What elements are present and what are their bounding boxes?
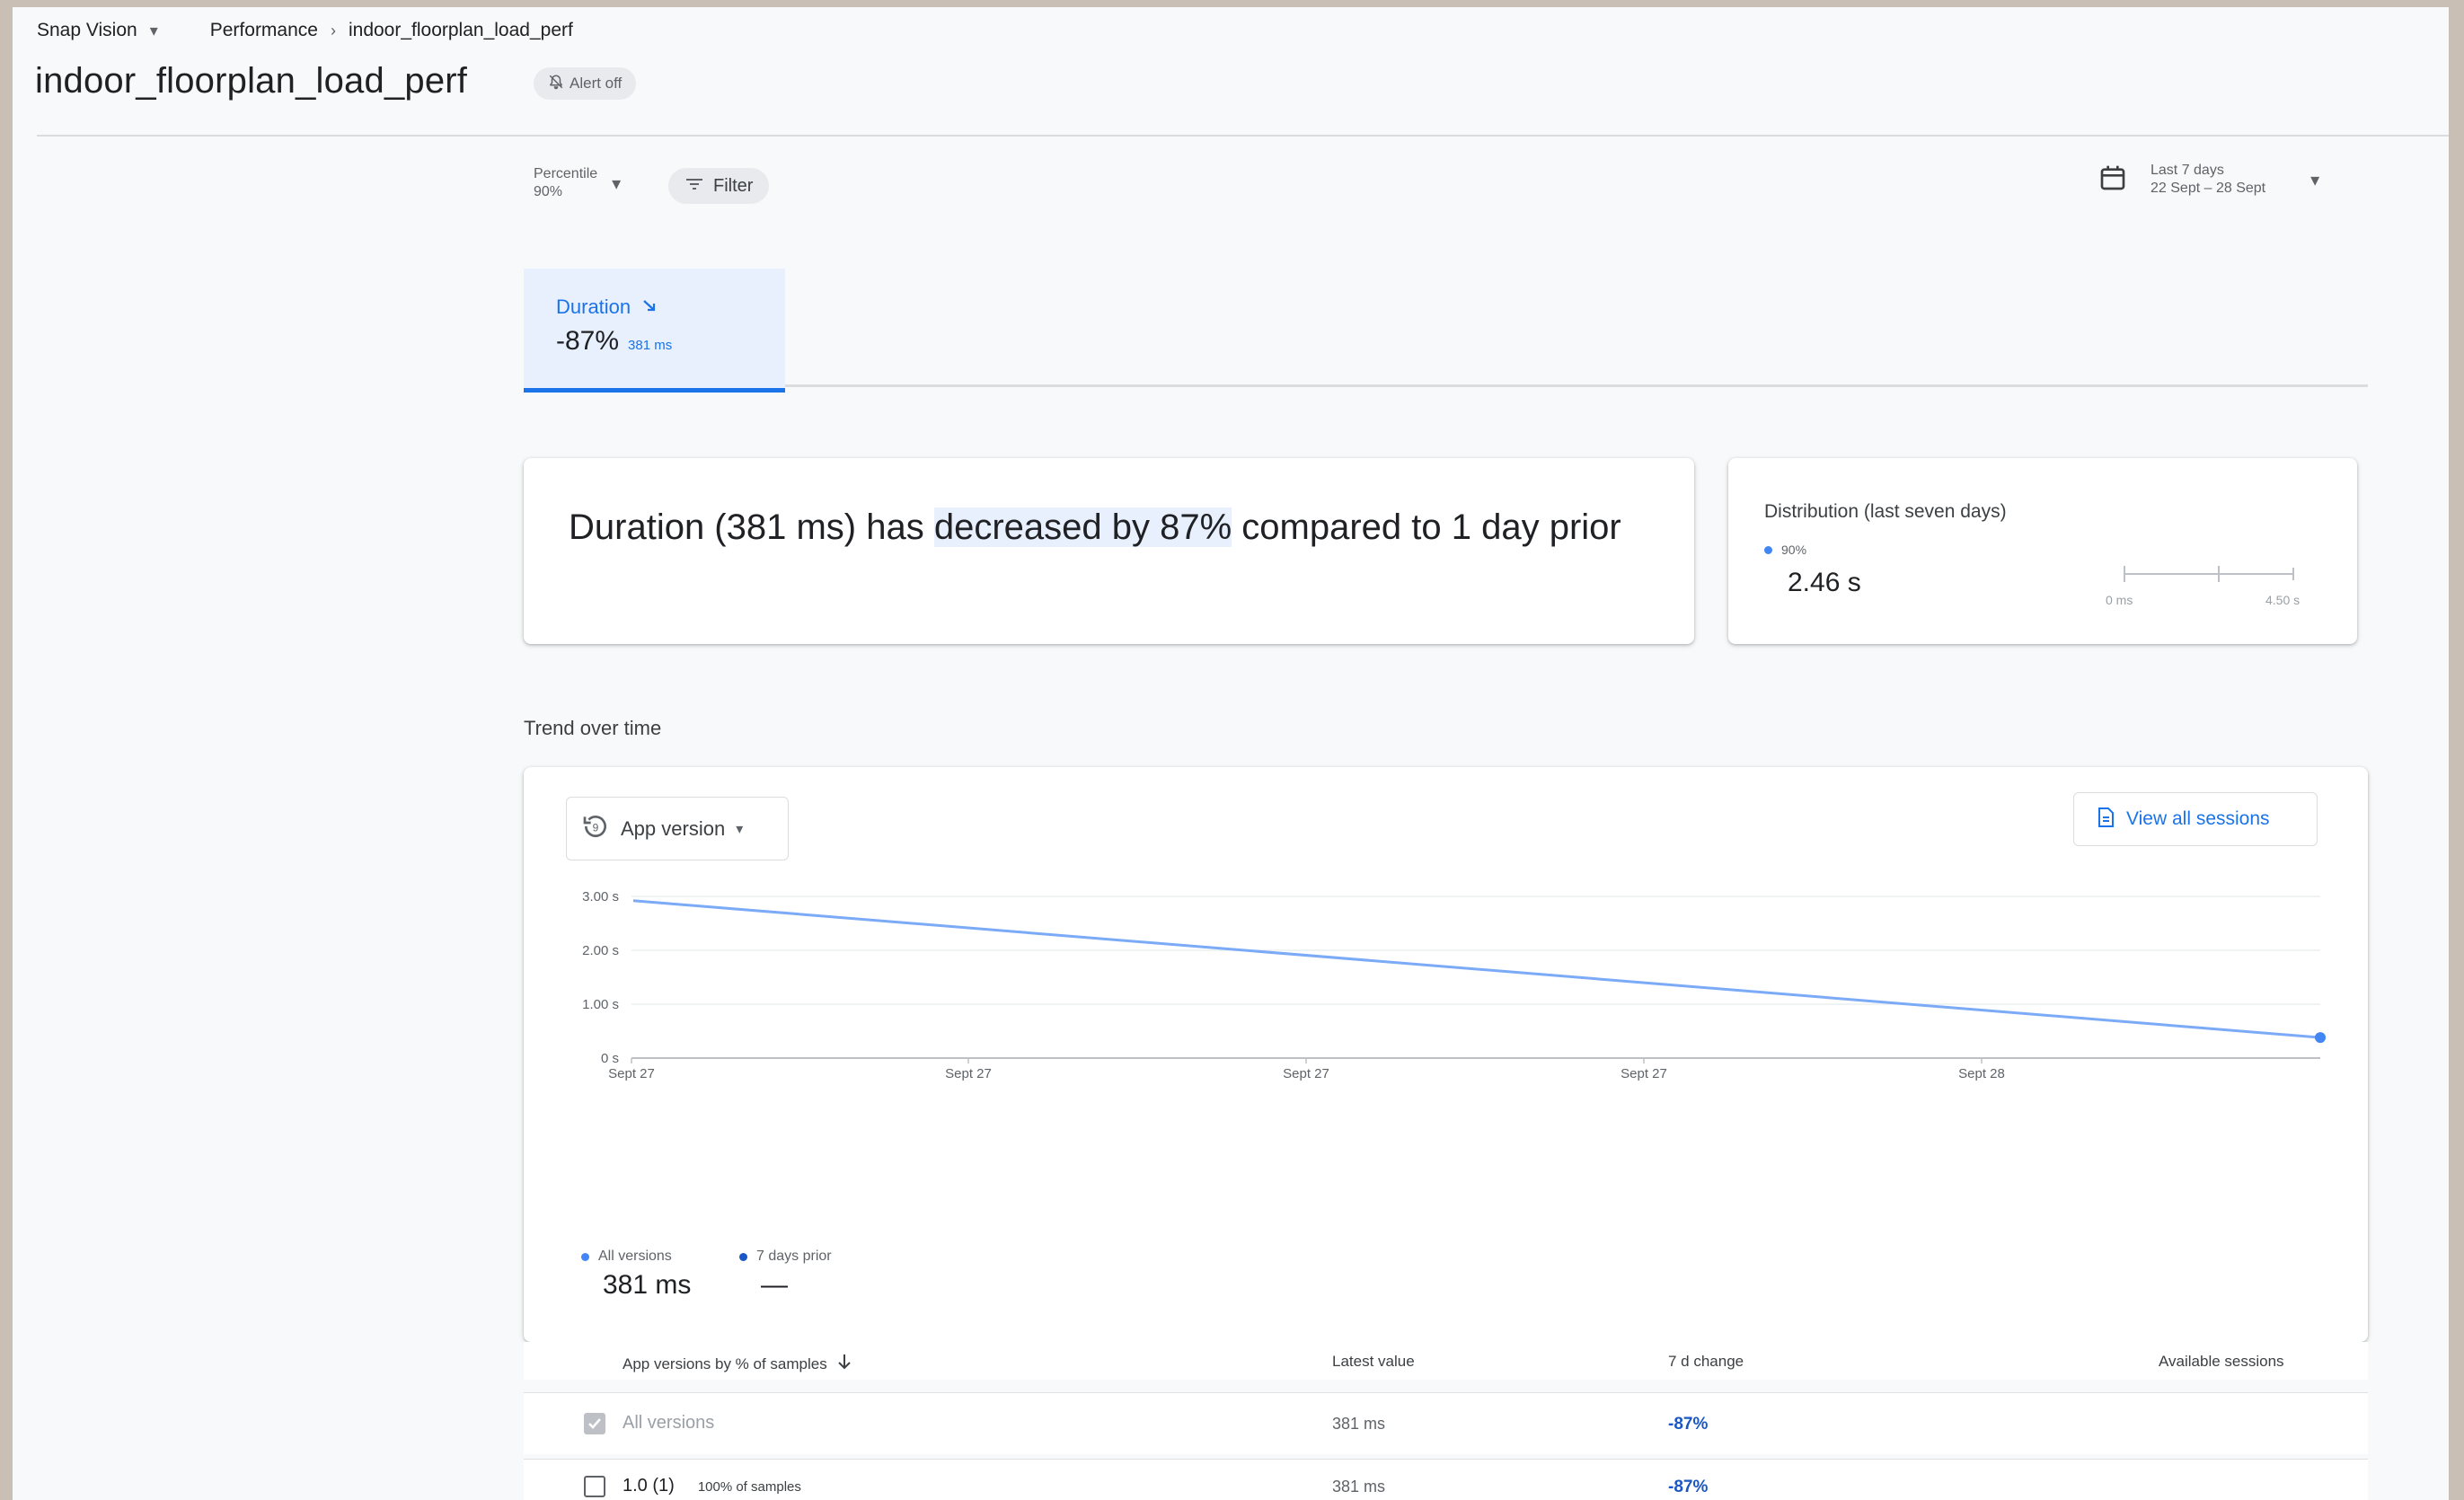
- document-icon: [2096, 807, 2115, 833]
- th-latest-value[interactable]: Latest value: [1332, 1353, 1415, 1371]
- page-title: indoor_floorplan_load_perf: [35, 61, 468, 101]
- tab-bar-divider: [785, 384, 2368, 387]
- distribution-range: [2124, 564, 2294, 586]
- date-range-picker[interactable]: Last 7 days 22 Sept – 28 Sept ▾: [2098, 162, 2319, 198]
- legend-7-days-prior-value: —: [761, 1270, 788, 1300]
- summary-suffix: compared to 1 day prior: [1232, 507, 1621, 547]
- summary-text: Duration (381 ms) has decreased by 87% c…: [569, 503, 1665, 551]
- view-all-sessions-button[interactable]: View all sessions: [2073, 792, 2318, 846]
- y-tick-label: 3.00 s: [582, 889, 619, 904]
- breadcrumb-current: indoor_floorplan_load_perf: [348, 20, 573, 40]
- arrow-down-icon: [836, 1353, 852, 1375]
- versions-table: App versions by % of samples Latest valu…: [524, 1342, 2368, 1500]
- dropdown-arrow-icon: ▾: [736, 821, 744, 837]
- breadcrumb-performance-link[interactable]: Performance: [210, 20, 318, 41]
- distribution-card: Distribution (last seven days) 90% 2.46 …: [1728, 458, 2357, 644]
- row-version-cell: 1.0 (1) 100% of samples: [623, 1476, 801, 1496]
- alert-status-chip[interactable]: Alert off: [534, 67, 637, 100]
- th-7d-change[interactable]: 7 d change: [1668, 1353, 1744, 1371]
- y-tick-label: 0 s: [601, 1051, 619, 1066]
- trend-card: 9 App version ▾ View all sessions 3.00 s…: [524, 767, 2368, 1342]
- legend-dot: [581, 1252, 589, 1261]
- svg-text:9: 9: [593, 821, 599, 834]
- date-range-value: 22 Sept – 28 Sept: [2150, 181, 2266, 196]
- alert-off-icon: [548, 74, 564, 94]
- app-page: Snap Vision ▾ Performance › indoor_floor…: [13, 7, 2449, 1500]
- tab-duration-change: -87%: [556, 326, 620, 356]
- trend-section-title: Trend over time: [524, 717, 662, 739]
- x-tick-label: Sept 27: [945, 1066, 992, 1081]
- legend-all-versions-value: 381 ms: [603, 1270, 692, 1300]
- row-version: 1.0 (1): [623, 1476, 675, 1496]
- dropdown-arrow-icon: ▾: [2310, 170, 2320, 190]
- row-checkbox[interactable]: [584, 1476, 605, 1497]
- filter-button[interactable]: Filter: [668, 168, 770, 204]
- th-available-sessions[interactable]: Available sessions: [2159, 1353, 2284, 1371]
- row-7d-change: -87%: [1668, 1478, 1709, 1496]
- app-version-dropdown[interactable]: 9 App version ▾: [566, 797, 789, 860]
- table-header: App versions by % of samples Latest valu…: [524, 1342, 2368, 1380]
- summary-highlight: decreased by 87%: [933, 507, 1232, 547]
- summary-prefix: Duration (381 ms) has: [569, 507, 934, 547]
- x-tick-label: Sept 27: [1283, 1066, 1329, 1081]
- tab-duration[interactable]: Duration -87% 381 ms: [524, 269, 785, 393]
- percentile-dropdown[interactable]: Percentile 90% ▾: [534, 165, 621, 201]
- y-tick-label: 1.00 s: [582, 997, 619, 1012]
- legend-all-versions-name: All versions: [598, 1249, 672, 1264]
- trend-line-chart: 3.00 s2.00 s1.00 s0 sSept 27 Sept 27 Sept …: [582, 889, 2326, 1081]
- legend-dot: [739, 1252, 747, 1261]
- row-7d-change: -87%: [1668, 1415, 1709, 1434]
- legend-7-days-prior-name: 7 days prior: [756, 1249, 832, 1264]
- tab-duration-label: Duration: [556, 296, 631, 318]
- distribution-value: 2.46 s: [1788, 568, 1861, 597]
- distribution-title: Distribution (last seven days): [1764, 501, 2007, 522]
- percentile-label: Percentile: [534, 166, 598, 181]
- distribution-legend: 90%: [1781, 543, 1807, 557]
- table-row[interactable]: 1.0 (1) 100% of samples 381 ms -87%: [524, 1459, 2368, 1500]
- distribution-max: 4.50 s: [2265, 593, 2301, 607]
- dropdown-arrow-icon: ▾: [612, 173, 622, 194]
- trend-down-icon: [641, 296, 658, 319]
- breadcrumb: Snap Vision ▾ Performance › indoor_floor…: [37, 20, 573, 41]
- chevron-down-icon[interactable]: ▾: [150, 22, 158, 40]
- header-divider: [37, 135, 2449, 137]
- tab-duration-value: 381 ms: [628, 338, 673, 353]
- percentile-value: 90%: [534, 184, 563, 199]
- history-icon: 9: [581, 812, 610, 845]
- project-switcher[interactable]: Snap Vision: [37, 20, 137, 41]
- legend-7-days-prior: 7 days prior —: [739, 1249, 832, 1301]
- x-tick-label: Sept 27: [608, 1066, 655, 1081]
- calendar-icon: [2098, 163, 2127, 197]
- app-version-label: App version: [621, 816, 726, 840]
- date-range-label: Last 7 days: [2150, 163, 2224, 178]
- legend-all-versions: All versions 381 ms: [581, 1249, 691, 1301]
- x-tick-label: Sept 28: [1958, 1066, 2005, 1081]
- legend-dot: [1764, 545, 1772, 554]
- row-latest-value: 381 ms: [1332, 1478, 1386, 1496]
- alert-chip-label: Alert off: [570, 75, 623, 92]
- row-samples: 100% of samples: [697, 1479, 801, 1495]
- view-all-sessions-label: View all sessions: [2126, 808, 2270, 829]
- sort-by-samples[interactable]: App versions by % of samples: [623, 1353, 852, 1375]
- distribution-marker: [2217, 566, 2220, 582]
- row-version: All versions: [623, 1413, 715, 1433]
- summary-card: Duration (381 ms) has decreased by 87% c…: [524, 458, 1694, 644]
- row-latest-value: 381 ms: [1332, 1415, 1386, 1433]
- y-tick-label: 2.00 s: [582, 943, 619, 958]
- series-line-all-versions: [632, 899, 2321, 1039]
- filter-icon: [684, 176, 704, 197]
- chevron-right-icon: ›: [330, 21, 336, 40]
- filter-label: Filter: [713, 175, 754, 196]
- table-row[interactable]: All versions 381 ms -87%: [524, 1392, 2368, 1454]
- x-tick-label: Sept 27: [1621, 1066, 1667, 1081]
- series-endpoint: [2315, 1032, 2326, 1044]
- th-versions: App versions by % of samples: [623, 1354, 827, 1372]
- row-checkbox[interactable]: [584, 1413, 605, 1434]
- distribution-min: 0 ms: [2106, 593, 2133, 607]
